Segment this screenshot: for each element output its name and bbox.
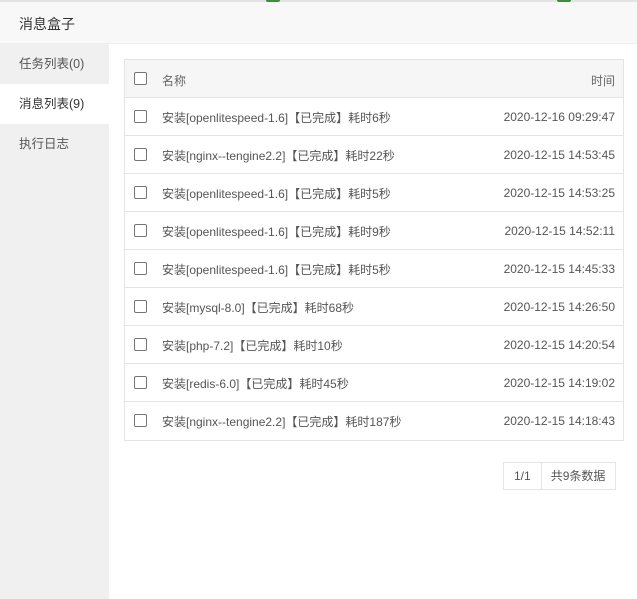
row-time: 2020-12-15 14:53:25 — [503, 186, 615, 200]
window-title: 消息盒子 — [19, 16, 75, 32]
page-indicator: 1/1 — [514, 469, 531, 483]
table-row[interactable]: 安装[redis-6.0]【已完成】耗时45秒 2020-12-15 14:19:… — [125, 364, 623, 402]
header-time: 时间 — [590, 74, 615, 88]
row-name: 安装[openlitespeed-1.6]【已完成】耗时9秒 — [162, 225, 391, 239]
row-name: 安装[redis-6.0]【已完成】耗时45秒 — [162, 377, 349, 391]
row-checkbox[interactable] — [134, 224, 147, 237]
row-name: 安装[nginx--tengine2.2]【已完成】耗时187秒 — [162, 415, 402, 429]
pagination: 1/1 共9条数据 — [503, 462, 617, 490]
row-time: 2020-12-15 14:26:50 — [503, 300, 615, 314]
row-time: 2020-12-15 14:18:43 — [503, 414, 615, 428]
sidebar-item-task-list[interactable]: 任务列表(0) — [0, 44, 109, 84]
row-time: 2020-12-15 14:53:45 — [503, 148, 615, 162]
sidebar-item-message-list[interactable]: 消息列表(9) — [0, 84, 109, 124]
table-body: 安装[openlitespeed-1.6]【已完成】耗时6秒 2020-12-16… — [125, 98, 623, 440]
row-name: 安装[nginx--tengine2.2]【已完成】耗时22秒 — [162, 149, 395, 163]
table-row[interactable]: 安装[mysql-8.0]【已完成】耗时68秒 2020-12-15 14:26:… — [125, 288, 623, 326]
table-row[interactable]: 安装[openlitespeed-1.6]【已完成】耗时6秒 2020-12-16… — [125, 98, 623, 136]
row-time: 2020-12-15 14:52:11 — [504, 224, 615, 238]
title-bar: 消息盒子 — [0, 2, 637, 44]
header-name: 名称 — [162, 74, 187, 88]
sidebar-item-label: 消息列表(9) — [19, 97, 85, 111]
message-table: 名称 时间 安装[openlitespeed-1.6]【已完成】耗时6秒 2020… — [124, 59, 624, 441]
row-checkbox[interactable] — [134, 414, 147, 427]
row-name: 安装[php-7.2]【已完成】耗时10秒 — [162, 339, 343, 353]
row-time: 2020-12-15 14:45:33 — [503, 262, 615, 276]
sidebar-item-label: 执行日志 — [19, 137, 70, 151]
table-row[interactable]: 安装[openlitespeed-1.6]【已完成】耗时5秒 2020-12-15… — [125, 250, 623, 288]
sidebar-item-execution-log[interactable]: 执行日志 — [0, 124, 109, 164]
select-all-checkbox[interactable] — [134, 72, 147, 85]
row-name: 安装[mysql-8.0]【已完成】耗时68秒 — [162, 301, 355, 315]
main-panel: 名称 时间 安装[openlitespeed-1.6]【已完成】耗时6秒 2020… — [109, 44, 637, 599]
sidebar-item-label: 任务列表(0) — [19, 57, 85, 71]
row-checkbox[interactable] — [134, 338, 147, 351]
table-row[interactable]: 安装[php-7.2]【已完成】耗时10秒 2020-12-15 14:20:54 — [125, 326, 623, 364]
row-time: 2020-12-15 14:20:54 — [503, 338, 615, 352]
sidebar: 任务列表(0) 消息列表(9) 执行日志 — [0, 44, 109, 599]
row-name: 安装[openlitespeed-1.6]【已完成】耗时5秒 — [162, 187, 391, 201]
row-checkbox[interactable] — [134, 262, 147, 275]
row-name: 安装[openlitespeed-1.6]【已完成】耗时6秒 — [162, 111, 391, 125]
row-checkbox[interactable] — [134, 186, 147, 199]
message-box-window: 消息盒子 任务列表(0) 消息列表(9) 执行日志 名称 时间 安装[openl… — [0, 0, 637, 599]
row-name: 安装[openlitespeed-1.6]【已完成】耗时5秒 — [162, 263, 391, 277]
row-checkbox[interactable] — [134, 110, 147, 123]
table-row[interactable]: 安装[nginx--tengine2.2]【已完成】耗时22秒 2020-12-1… — [125, 136, 623, 174]
row-checkbox[interactable] — [134, 300, 147, 313]
table-row[interactable]: 安装[openlitespeed-1.6]【已完成】耗时5秒 2020-12-15… — [125, 174, 623, 212]
row-checkbox[interactable] — [134, 148, 147, 161]
row-time: 2020-12-15 14:19:02 — [503, 376, 615, 390]
table-row[interactable]: 安装[openlitespeed-1.6]【已完成】耗时9秒 2020-12-15… — [125, 212, 623, 250]
row-time: 2020-12-16 09:29:47 — [503, 110, 615, 124]
row-checkbox[interactable] — [134, 376, 147, 389]
total-count: 共9条数据 — [540, 463, 616, 489]
table-row[interactable]: 安装[nginx--tengine2.2]【已完成】耗时187秒 2020-12-… — [125, 402, 623, 440]
table-header: 名称 时间 — [125, 60, 623, 98]
